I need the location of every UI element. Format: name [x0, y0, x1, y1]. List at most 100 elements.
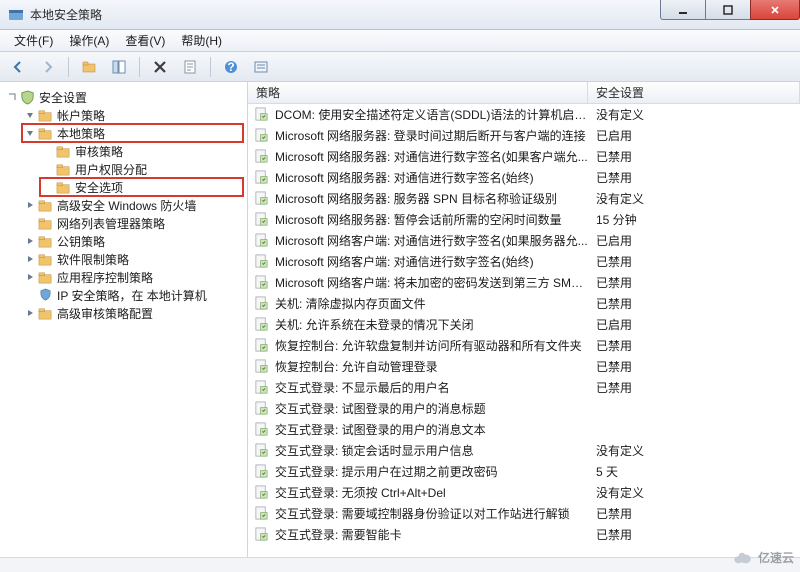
- list-row[interactable]: 恢复控制台: 允许自动管理登录已禁用: [248, 356, 800, 377]
- policy-setting: 没有定义: [588, 484, 800, 501]
- policy-name: Microsoft 网络服务器: 暂停会话前所需的空闲时间数量: [275, 211, 562, 228]
- menu-help[interactable]: 帮助(H): [173, 30, 230, 51]
- list-row[interactable]: 交互式登录: 试图登录的用户的消息文本: [248, 419, 800, 440]
- shield-icon: [38, 288, 53, 303]
- column-header-setting[interactable]: 安全设置: [588, 82, 800, 103]
- tree-node[interactable]: 软件限制策略: [22, 250, 243, 268]
- folder-icon: [56, 162, 71, 177]
- policy-name: 恢复控制台: 允许软盘复制并访问所有驱动器和所有文件夹: [275, 337, 582, 354]
- back-button[interactable]: [6, 55, 30, 79]
- policy-icon: [254, 107, 269, 122]
- forward-button[interactable]: [36, 55, 60, 79]
- policy-name: Microsoft 网络客户端: 对通信进行数字签名(始终): [275, 253, 534, 270]
- tree-node[interactable]: 高级安全 Windows 防火墙: [22, 196, 243, 214]
- list-row[interactable]: 交互式登录: 提示用户在过期之前更改密码 5 天: [248, 461, 800, 482]
- list-row[interactable]: 关机: 清除虚拟内存页面文件已禁用: [248, 293, 800, 314]
- policy-name: 交互式登录: 需要智能卡: [275, 526, 402, 543]
- expander-icon[interactable]: [6, 91, 18, 103]
- policy-name: DCOM: 使用安全描述符定义语言(SDDL)语法的计算机启动...: [275, 106, 588, 123]
- folder-icon: [56, 180, 71, 195]
- list-row[interactable]: Microsoft 网络服务器: 对通信进行数字签名(始终)已禁用: [248, 167, 800, 188]
- expander-icon[interactable]: [24, 253, 36, 265]
- tree-node[interactable]: IP 安全策略，在 本地计算机: [22, 286, 243, 304]
- menu-action[interactable]: 操作(A): [61, 30, 117, 51]
- help-button[interactable]: ?: [219, 55, 243, 79]
- menu-view[interactable]: 查看(V): [117, 30, 173, 51]
- policy-name: 关机: 清除虚拟内存页面文件: [275, 295, 426, 312]
- tree-pane[interactable]: 安全设置 帐户策略本地策略审核策略用户权限分配安全选项高级安全 Windows …: [0, 82, 248, 557]
- window-title: 本地安全策略: [30, 6, 102, 23]
- tree-node[interactable]: 本地策略: [22, 124, 243, 142]
- policy-name: Microsoft 网络客户端: 对通信进行数字签名(如果服务器允...: [275, 232, 588, 249]
- expander-icon[interactable]: [24, 127, 36, 139]
- show-hide-tree-button[interactable]: [107, 55, 131, 79]
- maximize-button[interactable]: [705, 0, 751, 20]
- list-header: 策略 安全设置: [248, 82, 800, 104]
- policy-name: 交互式登录: 试图登录的用户的消息文本: [275, 421, 486, 438]
- watermark: 亿速云: [732, 549, 794, 566]
- tree-node-label: 高级审核策略配置: [57, 305, 153, 322]
- folder-icon: [38, 306, 53, 321]
- list-row[interactable]: 交互式登录: 不显示最后的用户名已禁用: [248, 377, 800, 398]
- policy-name: 交互式登录: 需要域控制器身份验证以对工作站进行解锁: [275, 505, 570, 522]
- minimize-button[interactable]: [660, 0, 706, 20]
- expander-icon[interactable]: [24, 271, 36, 283]
- main-area: 安全设置 帐户策略本地策略审核策略用户权限分配安全选项高级安全 Windows …: [0, 82, 800, 557]
- policy-icon: [254, 296, 269, 311]
- list-row[interactable]: 交互式登录: 无须按 Ctrl+Alt+Del没有定义: [248, 482, 800, 503]
- list-row[interactable]: 关机: 允许系统在未登录的情况下关闭已启用: [248, 314, 800, 335]
- policy-setting: 已禁用: [588, 169, 800, 186]
- tree-node[interactable]: 网络列表管理器策略: [22, 214, 243, 232]
- tree-node[interactable]: 帐户策略: [22, 106, 243, 124]
- policy-icon: [254, 170, 269, 185]
- properties-button[interactable]: [178, 55, 202, 79]
- toolbar-separator: [139, 57, 140, 77]
- list-row[interactable]: Microsoft 网络服务器: 对通信进行数字签名(如果客户端允...已禁用: [248, 146, 800, 167]
- policy-setting: 已禁用: [588, 526, 800, 543]
- tree-node[interactable]: 公钥策略: [22, 232, 243, 250]
- policy-icon: [254, 233, 269, 248]
- policy-name: 恢复控制台: 允许自动管理登录: [275, 358, 438, 375]
- tree-node[interactable]: 应用程序控制策略: [22, 268, 243, 286]
- expander-icon[interactable]: [24, 307, 36, 319]
- policy-name: 交互式登录: 提示用户在过期之前更改密码: [275, 463, 498, 480]
- folder-icon: [56, 144, 71, 159]
- expander-icon[interactable]: [24, 235, 36, 247]
- expander-spacer: [42, 181, 54, 193]
- list-row[interactable]: 恢复控制台: 允许软盘复制并访问所有驱动器和所有文件夹已禁用: [248, 335, 800, 356]
- policy-icon: [254, 275, 269, 290]
- policy-setting: 已启用: [588, 127, 800, 144]
- list-row[interactable]: 交互式登录: 需要域控制器身份验证以对工作站进行解锁已禁用: [248, 503, 800, 524]
- expander-icon[interactable]: [24, 199, 36, 211]
- list-body[interactable]: DCOM: 使用安全描述符定义语言(SDDL)语法的计算机启动...没有定义Mi…: [248, 104, 800, 557]
- folder-icon: [38, 198, 53, 213]
- list-row[interactable]: Microsoft 网络服务器: 服务器 SPN 目标名称验证级别没有定义: [248, 188, 800, 209]
- tree-root: 安全设置 帐户策略本地策略审核策略用户权限分配安全选项高级安全 Windows …: [0, 86, 247, 324]
- up-button[interactable]: [77, 55, 101, 79]
- menu-file[interactable]: 文件(F): [6, 30, 61, 51]
- tree-node[interactable]: 审核策略: [40, 142, 243, 160]
- list-row[interactable]: DCOM: 使用安全描述符定义语言(SDDL)语法的计算机启动...没有定义: [248, 104, 800, 125]
- list-row[interactable]: 交互式登录: 需要智能卡 已禁用: [248, 524, 800, 545]
- list-row[interactable]: Microsoft 网络客户端: 对通信进行数字签名(始终)已禁用: [248, 251, 800, 272]
- list-row[interactable]: 交互式登录: 锁定会话时显示用户信息没有定义: [248, 440, 800, 461]
- list-row[interactable]: Microsoft 网络服务器: 登录时间过期后断开与客户端的连接已启用: [248, 125, 800, 146]
- policy-setting: 5 天: [588, 463, 800, 480]
- close-button[interactable]: [750, 0, 800, 20]
- tree-node[interactable]: 高级审核策略配置: [22, 304, 243, 322]
- tree-node[interactable]: 安全选项: [40, 178, 243, 196]
- policy-icon: [254, 212, 269, 227]
- expander-icon[interactable]: [24, 109, 36, 121]
- tree-node-security-settings[interactable]: 安全设置: [4, 88, 243, 106]
- list-row[interactable]: Microsoft 网络客户端: 对通信进行数字签名(如果服务器允...已启用: [248, 230, 800, 251]
- list-row[interactable]: Microsoft 网络客户端: 将未加密的密码发送到第三方 SMB...已禁用: [248, 272, 800, 293]
- policy-icon: [254, 128, 269, 143]
- folder-icon: [38, 252, 53, 267]
- column-header-policy[interactable]: 策略: [248, 82, 588, 103]
- list-row[interactable]: 交互式登录: 试图登录的用户的消息标题: [248, 398, 800, 419]
- refresh-button[interactable]: [249, 55, 273, 79]
- tree-node[interactable]: 用户权限分配: [40, 160, 243, 178]
- list-row[interactable]: Microsoft 网络服务器: 暂停会话前所需的空闲时间数量15 分钟: [248, 209, 800, 230]
- delete-button[interactable]: [148, 55, 172, 79]
- policy-name: Microsoft 网络服务器: 对通信进行数字签名(如果客户端允...: [275, 148, 588, 165]
